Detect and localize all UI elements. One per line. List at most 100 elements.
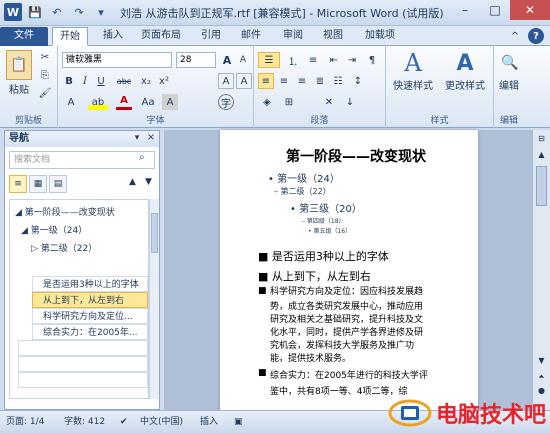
nav-heading-item-selected[interactable]: 从上到下，从左到右 xyxy=(32,292,148,308)
bold-button[interactable]: B xyxy=(62,73,76,89)
strikethrough-button[interactable]: abc xyxy=(114,73,134,89)
tab-insert[interactable]: 插入 xyxy=(96,27,130,46)
headings-view-icon[interactable]: ≡ xyxy=(9,175,27,193)
document-scroll-thumb[interactable] xyxy=(536,166,547,206)
proofing-icon[interactable]: ✔ xyxy=(120,411,128,433)
tab-home[interactable]: 开始 xyxy=(52,27,88,46)
prev-page-icon[interactable]: ⏶ xyxy=(535,372,548,384)
doc-bullet-3-line[interactable]: 科学研究方向及定位：因应科技发展趋 xyxy=(270,286,423,299)
quick-styles-button[interactable]: 快速样式 xyxy=(388,78,438,92)
pages-view-icon[interactable]: ▦ xyxy=(29,175,47,193)
superscript-button[interactable]: x² xyxy=(156,73,172,89)
highlight-button[interactable]: ab xyxy=(88,94,108,110)
tab-addins[interactable]: 加载项 xyxy=(358,27,402,46)
numbering-icon[interactable]: ⒈ xyxy=(284,52,302,68)
change-styles-button[interactable]: 更改样式 xyxy=(440,78,490,92)
align-left-icon[interactable]: ≡ xyxy=(258,73,274,89)
doc-bullet-3-line[interactable]: 究机会，发挥科技大学服务及推广功 xyxy=(270,338,414,351)
undo-icon[interactable]: ↶ xyxy=(48,3,66,21)
nav-search-icon[interactable]: ⌕ xyxy=(139,152,153,168)
enclose-characters-icon[interactable]: 字 xyxy=(218,94,234,110)
tab-file[interactable]: 文件 xyxy=(0,27,48,46)
paste-label[interactable]: 粘贴 xyxy=(2,82,36,96)
shrink-font-icon[interactable]: A xyxy=(236,52,250,68)
line-spacing-icon[interactable]: ↕ xyxy=(350,73,366,89)
nav-heading-item[interactable]: 综合实力：在2005年... xyxy=(32,324,148,340)
redo-icon[interactable]: ↷ xyxy=(70,3,88,21)
save-icon[interactable]: 💾 xyxy=(26,3,44,21)
nav-close-icon[interactable]: × xyxy=(145,132,157,146)
borders-icon[interactable]: ⊞ xyxy=(280,94,298,110)
customize-qat-icon[interactable]: ▾ xyxy=(92,3,110,21)
status-word-count[interactable]: 字数: 412 xyxy=(64,411,105,433)
subscript-button[interactable]: x₂ xyxy=(138,73,154,89)
nav-heading-item[interactable] xyxy=(12,258,140,274)
phonetic-guide-icon[interactable]: A xyxy=(236,73,252,89)
nav-heading-item[interactable]: 是否运用3种以上的字体 xyxy=(32,276,148,292)
align-right-icon[interactable]: ≡ xyxy=(294,73,310,89)
chinese-layout-icon[interactable]: ✕ xyxy=(320,94,338,110)
format-painter-icon[interactable]: 🖌 xyxy=(38,86,52,100)
nav-scrollbar[interactable] xyxy=(149,199,159,399)
grow-font-icon[interactable]: A xyxy=(220,52,234,68)
word-app-icon[interactable]: W xyxy=(4,3,22,21)
doc-bullet-3-line[interactable]: 研究及相关之基础研究，提升科技及文 xyxy=(270,312,423,325)
char-shading-icon[interactable]: A xyxy=(162,94,178,110)
close-button[interactable]: ✕ xyxy=(510,0,550,20)
change-styles-icon[interactable]: A xyxy=(448,48,482,78)
nav-heading-item[interactable]: ◢ 第一级（24） xyxy=(18,222,140,238)
distributed-icon[interactable]: ☷ xyxy=(330,73,346,89)
scroll-up-icon[interactable]: ▲ xyxy=(535,150,548,162)
font-name-field[interactable]: 微软雅黑 xyxy=(62,52,172,68)
minimize-button[interactable]: – xyxy=(450,0,480,20)
ribbon-minimize-icon[interactable]: ^ xyxy=(508,29,522,43)
tab-view[interactable]: 视图 xyxy=(316,27,350,46)
nav-heading-item[interactable]: 科学研究方向及定位... xyxy=(32,308,148,324)
status-insert-mode[interactable]: 插入 xyxy=(200,411,218,433)
tab-references[interactable]: 引用 xyxy=(194,27,228,46)
doc-list-level3[interactable]: • 第三级（20） xyxy=(290,200,362,215)
doc-heading[interactable]: 第一阶段——改变现状 xyxy=(286,146,426,166)
document-page[interactable]: 第一阶段——改变现状 • 第一级（24） – 第二级（22） • 第三级（20）… xyxy=(220,130,478,414)
clear-format-icon[interactable]: A xyxy=(218,73,234,89)
multilevel-list-icon[interactable]: ≡ xyxy=(304,52,322,68)
doc-bullet-3-line[interactable]: 能，提供技术服务。 xyxy=(270,351,351,364)
nav-heading-item[interactable]: ◢ 第一阶段——改变现状 xyxy=(12,204,140,220)
doc-bullet-2[interactable]: ■ 从上到下，从左到右 xyxy=(258,268,371,284)
find-icon[interactable]: 🔍 xyxy=(498,50,522,76)
shading-icon[interactable]: ◈ xyxy=(258,94,276,110)
align-center-icon[interactable]: ≡ xyxy=(276,73,292,89)
doc-bullet-1[interactable]: ■ 是否运用3种以上的字体 xyxy=(258,248,389,264)
doc-list-level1[interactable]: • 第一级（24） xyxy=(268,170,340,185)
doc-bullet-4-line[interactable]: 综合实力：在2005年进行的科技大学评 xyxy=(270,368,428,381)
nav-prev-icon[interactable]: ▲ xyxy=(129,177,141,189)
change-case-button[interactable]: Aa xyxy=(138,94,158,110)
copy-icon[interactable]: ⎘ xyxy=(38,68,52,82)
maximize-button[interactable]: □ xyxy=(480,0,510,20)
document-scrollbar[interactable]: ⊟ ▲ ▼ ⏶ ● xyxy=(532,130,550,410)
nav-next-icon[interactable]: ▼ xyxy=(145,177,157,189)
doc-list-level2[interactable]: – 第二级（22） xyxy=(274,186,331,197)
underline-button[interactable]: U xyxy=(94,73,108,89)
show-hide-marks-icon[interactable]: ¶ xyxy=(364,52,380,68)
text-effects-icon[interactable]: A xyxy=(62,94,80,110)
font-color-button[interactable]: A xyxy=(116,94,132,110)
italic-button[interactable]: I xyxy=(78,73,92,89)
scroll-down-icon[interactable]: ▼ xyxy=(535,356,548,368)
sort-icon[interactable]: ↓ xyxy=(342,94,358,110)
nav-heading-item[interactable]: ▷ 第二级（22） xyxy=(28,240,140,256)
macro-record-icon[interactable]: ▣ xyxy=(234,411,243,433)
increase-indent-icon[interactable]: ⇥ xyxy=(344,52,360,68)
decrease-indent-icon[interactable]: ⇤ xyxy=(326,52,342,68)
nav-scroll-thumb[interactable] xyxy=(151,213,158,253)
doc-bullet-3-line[interactable]: 势，成立各类研究发展中心，推动应用 xyxy=(270,299,423,312)
bullets-icon[interactable]: ☰ xyxy=(258,52,280,68)
doc-bullet-3-line[interactable]: 化水平，同时，提供产学各界进修及研 xyxy=(270,325,423,338)
doc-list-level5[interactable]: • 第五级（16） xyxy=(308,226,351,235)
cut-icon[interactable]: ✂ xyxy=(38,50,52,64)
results-view-icon[interactable]: ▤ xyxy=(49,175,67,193)
font-size-field[interactable]: 28 xyxy=(176,52,216,68)
justify-icon[interactable]: ≣ xyxy=(312,73,328,89)
status-language[interactable]: 中文(中国) xyxy=(140,411,183,433)
tab-page-layout[interactable]: 页面布局 xyxy=(134,27,188,46)
